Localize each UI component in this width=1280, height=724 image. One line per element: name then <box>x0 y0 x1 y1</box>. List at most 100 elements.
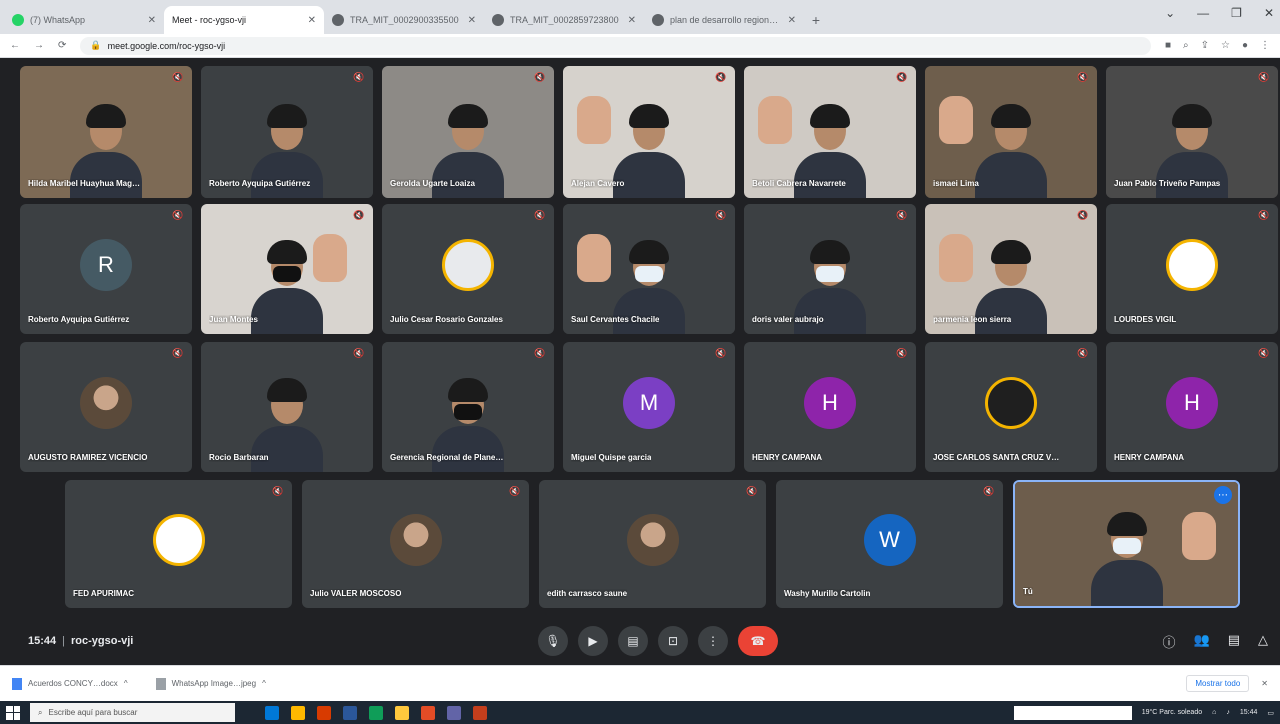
participant-tile[interactable]: W 🔇 Washy Murillo Cartolin <box>776 480 1003 608</box>
chevron-up-icon[interactable]: ^ <box>262 679 266 688</box>
downloads-bar: Acuerdos CONCY…docx ^ WhatsApp Image…jpeg… <box>0 665 1280 701</box>
participant-tile[interactable]: 🔇 FED APURIMAC <box>65 480 292 608</box>
mic-muted-icon: 🔇 <box>715 348 727 358</box>
chrome-icon[interactable] <box>421 705 435 720</box>
browser-tab[interactable]: TRA_MIT_0002859723800 ✕ <box>484 6 644 34</box>
url-field[interactable]: 🔒 meet.google.com/roc-ygso-vji <box>80 36 1151 55</box>
participant-tile[interactable]: 🔇 Saul Cervantes Chacile <box>563 204 735 334</box>
participant-tile[interactable]: 🔇 Gerencia Regional de Plane… <box>382 342 554 472</box>
maximize-icon[interactable]: ❐ <box>1231 6 1242 20</box>
participant-tile[interactable]: 🔇 Hilda Maribel Huayhua Mag… <box>20 66 192 198</box>
activities-icon[interactable]: △ <box>1258 632 1268 651</box>
participant-tile[interactable]: 🔇 AUGUSTO RAMIREZ VICENCIO <box>20 342 192 472</box>
close-window-icon[interactable]: ✕ <box>1264 6 1274 20</box>
participant-tile[interactable]: 🔇 doris valer aubrajo <box>744 204 916 334</box>
taskbar-search-input[interactable]: ⌕ Escribe aquí para buscar <box>30 703 235 722</box>
reload-icon[interactable]: ⟳ <box>58 40 66 51</box>
self-view-tile[interactable]: 🔇⋯Tú <box>1013 480 1240 608</box>
participant-tile[interactable]: 🔇 Juan Pablo Triveño Pampas <box>1106 66 1278 198</box>
more-options-button[interactable]: ⋮ <box>698 626 728 656</box>
address-bar-row: ← → ⟳ 🔒 meet.google.com/roc-ygso-vji ■ ⌕… <box>0 34 1280 58</box>
participant-tile[interactable]: 🔇 Julio Cesar Rosario Gonzales <box>382 204 554 334</box>
folder-icon[interactable] <box>395 705 409 720</box>
new-tab-button[interactable]: + <box>804 6 828 34</box>
teams-icon[interactable] <box>447 705 461 720</box>
minimize-icon[interactable]: — <box>1197 6 1209 20</box>
participant-tile[interactable]: 🔇 Betoli Cabrera Navarrete <box>744 66 916 198</box>
excel-icon[interactable] <box>369 705 383 720</box>
close-icon[interactable]: ✕ <box>1261 679 1268 688</box>
share-icon[interactable]: ⇪ <box>1201 40 1209 51</box>
windows-start-icon[interactable] <box>6 705 20 720</box>
chevron-up-icon[interactable]: ^ <box>124 679 128 688</box>
browser-tab[interactable]: Meet - roc-ygso-vji ✕ <box>164 6 324 34</box>
close-icon[interactable]: ✕ <box>148 15 156 26</box>
bookmark-star-icon[interactable]: ☆ <box>1221 40 1230 51</box>
participant-name: Alejan Cavero <box>571 179 625 188</box>
participant-tile[interactable]: 🔇 Rocio Barbaran <box>201 342 373 472</box>
participant-tile[interactable]: H 🔇 HENRY CAMPANA <box>1106 342 1278 472</box>
participant-tile[interactable]: 🔇 edith carrasco saune <box>539 480 766 608</box>
download-item[interactable]: WhatsApp Image…jpeg ^ <box>155 677 266 690</box>
download-item[interactable]: Acuerdos CONCY…docx ^ <box>12 677 128 690</box>
participant-name: HENRY CAMPANA <box>752 453 823 462</box>
word-icon[interactable] <box>343 705 357 720</box>
leave-call-button[interactable]: ☎ <box>738 626 778 656</box>
system-tray: 19°C Parc. soleado ⌂ ♪ 15:44 ▭ <box>1013 705 1274 720</box>
more-options-icon[interactable]: ⋯ <box>1214 486 1232 504</box>
close-icon[interactable]: ✕ <box>628 15 636 26</box>
participant-tile[interactable]: 🔇 Julio VALER MOSCOSO <box>302 480 529 608</box>
camera-button[interactable]: ▶ <box>578 626 608 656</box>
participant-tile[interactable]: H 🔇 HENRY CAMPANA <box>744 342 916 472</box>
taskbar-address-input[interactable] <box>1013 705 1132 720</box>
participant-name: Saul Cervantes Chacile <box>571 315 660 324</box>
call-controls: 🎙 ▶ ▤ ⊡ ⋮ ☎ <box>538 626 778 656</box>
participant-tile[interactable]: R 🔇 Roberto Ayquipa Gutiérrez <box>20 204 192 334</box>
zoom-icon[interactable]: ⌕ <box>1183 40 1189 51</box>
close-icon[interactable]: ✕ <box>468 15 476 26</box>
clock: 15:44 <box>1239 709 1258 716</box>
camera-indicator-icon[interactable]: ■ <box>1165 40 1171 51</box>
close-icon[interactable]: ✕ <box>788 15 796 26</box>
powerpoint-icon[interactable] <box>317 705 331 720</box>
file-explorer-icon[interactable] <box>291 705 305 720</box>
forward-icon[interactable]: → <box>34 40 44 51</box>
microphone-button[interactable]: 🎙 <box>538 626 568 656</box>
network-icon[interactable]: ⌂ <box>1212 709 1216 716</box>
info-icon[interactable]: ⓘ <box>1163 632 1176 651</box>
window-controls: ⌄ — ❐ ✕ <box>1165 6 1274 20</box>
browser-tab[interactable]: (7) WhatsApp ✕ <box>4 6 164 34</box>
participant-tile[interactable]: 🔇 ismaei Lima <box>925 66 1097 198</box>
app-icon[interactable] <box>473 705 487 720</box>
meeting-toolbar: 15:44 | roc-ygso-vji 🎙 ▶ ▤ ⊡ ⋮ ☎ ⓘ 👥 ▤ △ <box>10 618 1280 664</box>
close-icon[interactable]: ✕ <box>308 15 316 26</box>
participant-tile[interactable]: 🔇 LOURDES VIGIL <box>1106 204 1278 334</box>
volume-icon[interactable]: ♪ <box>1226 709 1230 716</box>
mic-muted-icon: 🔇 <box>896 210 908 220</box>
word-file-icon <box>12 677 22 690</box>
participant-tile[interactable]: 🔇 JOSE CARLOS SANTA CRUZ V… <box>925 342 1097 472</box>
avatar-photo <box>626 514 679 566</box>
participant-tile[interactable]: 🔇 Juan Montes <box>201 204 373 334</box>
chat-icon[interactable]: ▤ <box>1228 632 1240 651</box>
avatar-photo <box>389 514 442 566</box>
captions-button[interactable]: ▤ <box>618 626 648 656</box>
participant-tile[interactable]: 🔇 Alejan Cavero <box>563 66 735 198</box>
participant-name: Julio VALER MOSCOSO <box>310 589 402 598</box>
show-all-downloads-button[interactable]: Mostrar todo <box>1186 675 1250 692</box>
participant-tile[interactable]: M 🔇 Miguel Quispe garcia <box>563 342 735 472</box>
participant-tile[interactable]: 🔇 parmenia leon sierra <box>925 204 1097 334</box>
present-button[interactable]: ⊡ <box>658 626 688 656</box>
menu-kebab-icon[interactable]: ⋮ <box>1260 40 1270 51</box>
participant-tile[interactable]: 🔇 Gerolda Ugarte Loaiza <box>382 66 554 198</box>
edge-icon[interactable] <box>265 705 279 720</box>
browser-tab[interactable]: TRA_MIT_0002900335500 ✕ <box>324 6 484 34</box>
browser-tab[interactable]: plan de desarrollo regional con… ✕ <box>644 6 804 34</box>
participant-tile[interactable]: 🔇 Roberto Ayquipa Gutiérrez <box>201 66 373 198</box>
tab-title: (7) WhatsApp <box>30 15 86 25</box>
notifications-icon[interactable]: ▭ <box>1267 709 1274 717</box>
profile-icon[interactable]: ● <box>1242 40 1248 51</box>
tab-search-icon[interactable]: ⌄ <box>1165 6 1175 20</box>
back-icon[interactable]: ← <box>10 40 20 51</box>
people-icon[interactable]: 👥 <box>1194 632 1210 651</box>
